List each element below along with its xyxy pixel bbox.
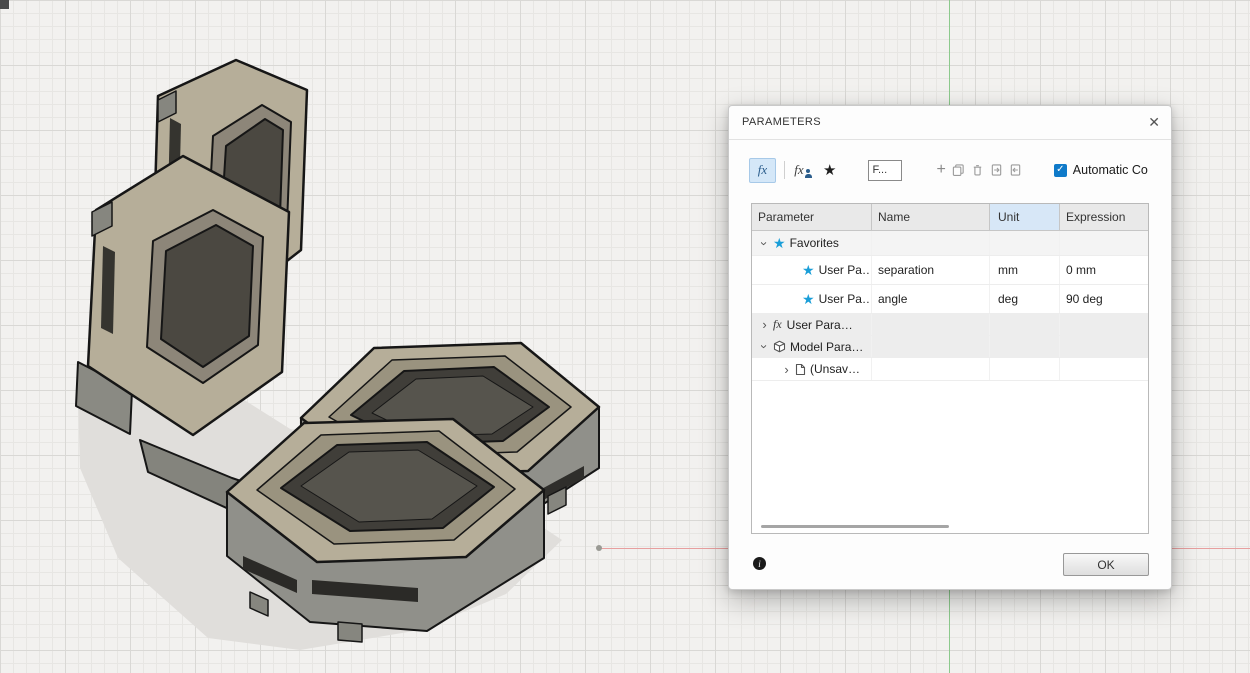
parameter-row-separation[interactable]: ★ User Pa… separation mm 0 mm: [752, 256, 1148, 285]
model-parameters-group-row[interactable]: › Model Para…: [752, 336, 1148, 358]
expand-icon[interactable]: ›: [758, 317, 771, 332]
parameter-row-angle[interactable]: ★ User Pa… angle deg 90 deg: [752, 285, 1148, 314]
expression-cell: [1060, 336, 1148, 357]
info-icon[interactable]: i: [753, 557, 766, 570]
user-parameters-group-row[interactable]: › fx User Para…: [752, 314, 1148, 336]
close-icon[interactable]: ✕: [1148, 113, 1160, 131]
favorite-star-icon[interactable]: ★: [802, 291, 815, 308]
name-cell: [872, 314, 990, 335]
name-cell: [872, 231, 990, 255]
fx-icon: fx: [794, 162, 803, 178]
unit-cell: [990, 314, 1060, 335]
toolbar-divider: [784, 161, 785, 179]
row-label: User Pa…: [819, 263, 872, 277]
column-header-name[interactable]: Name: [872, 204, 990, 230]
name-cell[interactable]: separation: [872, 256, 990, 284]
dialog-toolbar: fx fx ★ + ✓ Auto: [749, 157, 1165, 183]
add-parameter-icon[interactable]: +: [936, 163, 945, 177]
collapse-icon[interactable]: ›: [757, 340, 772, 353]
corner-artifact: [0, 0, 9, 9]
fx-icon: fx: [758, 162, 767, 178]
expand-icon[interactable]: ›: [780, 362, 793, 377]
unit-cell: [990, 358, 1060, 380]
favorites-group-row[interactable]: › ★ Favorites: [752, 231, 1148, 256]
dialog-header: PARAMETERS ✕: [729, 106, 1171, 140]
column-header-parameter[interactable]: Parameter: [752, 204, 872, 230]
document-icon: [795, 363, 806, 376]
expression-cell[interactable]: 0 mm: [1060, 256, 1148, 284]
person-icon: [805, 169, 812, 178]
filter-user-parameters-button[interactable]: fx: [793, 162, 813, 178]
unit-cell: [990, 336, 1060, 357]
table-header-row: Parameter Name Unit Expression: [752, 204, 1148, 231]
name-cell: [872, 358, 990, 380]
row-label: User Para…: [787, 318, 853, 332]
cube-icon: [773, 340, 786, 353]
expression-cell: [1060, 358, 1148, 380]
delete-parameter-icon[interactable]: [971, 163, 984, 177]
parameter-search-input[interactable]: [868, 160, 902, 181]
fx-icon: fx: [773, 317, 782, 332]
table-empty-area: [752, 381, 1148, 521]
automatic-compute-checkbox[interactable]: ✓: [1054, 164, 1067, 177]
unsaved-document-row[interactable]: › (Unsav…: [752, 358, 1148, 381]
expression-cell: [1060, 231, 1148, 255]
parameters-dialog: PARAMETERS ✕ fx fx ★ +: [728, 105, 1172, 590]
row-label: User Pa…: [819, 292, 872, 306]
filter-favorites-button[interactable]: ★: [823, 161, 836, 179]
parameters-table: Parameter Name Unit Expression › ★ Favor…: [751, 203, 1149, 534]
dialog-title: PARAMETERS: [742, 106, 821, 139]
expression-cell: [1060, 314, 1148, 335]
ok-button[interactable]: OK: [1063, 553, 1149, 576]
column-header-expression[interactable]: Expression: [1060, 204, 1148, 230]
automatic-compute-label: Automatic Co: [1073, 163, 1148, 177]
row-label: (Unsav…: [810, 362, 860, 376]
expression-cell[interactable]: 90 deg: [1060, 285, 1148, 313]
info-glyph: i: [758, 559, 761, 569]
scrollbar-track: [752, 521, 1148, 533]
name-cell[interactable]: angle: [872, 285, 990, 313]
unit-cell: mm: [990, 256, 1060, 284]
check-icon: ✓: [1056, 165, 1064, 175]
horizontal-scrollbar[interactable]: [761, 525, 949, 528]
column-header-unit[interactable]: Unit: [990, 204, 1060, 230]
row-label: Model Para…: [790, 340, 863, 354]
collapse-icon[interactable]: ›: [757, 237, 772, 250]
import-parameters-icon[interactable]: [990, 163, 1003, 177]
unit-cell: deg: [990, 285, 1060, 313]
filter-all-parameters-button[interactable]: fx: [749, 158, 776, 183]
favorite-star-icon: ★: [773, 235, 786, 252]
unit-cell: [990, 231, 1060, 255]
name-cell: [872, 336, 990, 357]
favorite-star-icon[interactable]: ★: [802, 262, 815, 279]
row-label: Favorites: [790, 236, 839, 250]
export-parameters-icon[interactable]: [1009, 163, 1022, 177]
copy-parameter-icon[interactable]: [952, 163, 965, 177]
viewport[interactable]: PARAMETERS ✕ fx fx ★ +: [0, 0, 1250, 673]
